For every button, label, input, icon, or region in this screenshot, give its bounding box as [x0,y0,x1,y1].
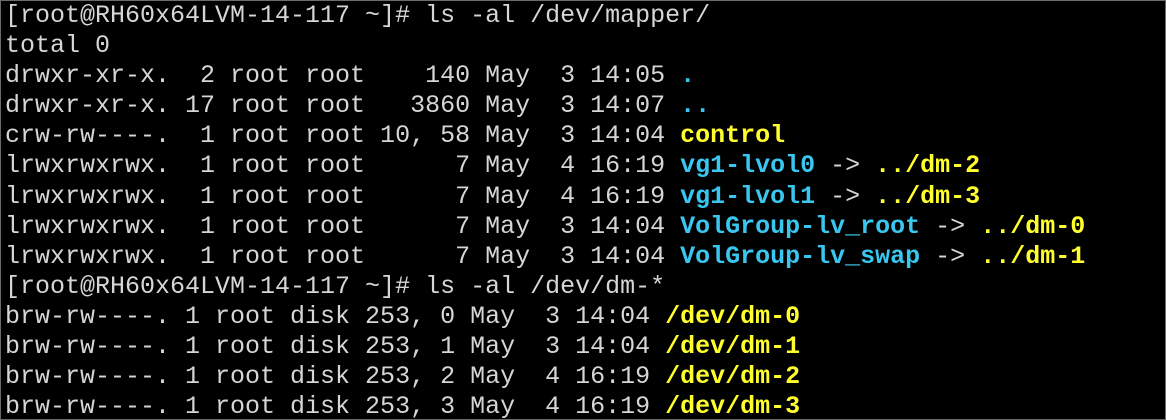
terminal-text: lrwxrwxrwx. 1 root root 7 May 3 14:04 [5,241,681,271]
terminal-text: -> [815,151,876,181]
terminal-text: lrwxrwxrwx. 1 root root 7 May 4 16:19 [5,181,681,211]
terminal-line: crw-rw----. 1 root root 10, 58 May 3 14:… [5,121,1085,151]
terminal-text-cyan: .. [680,91,711,121]
terminal-text: brw-rw----. 1 root disk 253, 3 May 4 16:… [5,392,666,420]
terminal-text: [root@RH60x64LVM-14-117 ~]# ls -al /dev/… [5,271,666,301]
terminal-line: lrwxrwxrwx. 1 root root 7 May 3 14:04 Vo… [5,212,1085,242]
terminal-text: brw-rw----. 1 root disk 253, 2 May 4 16:… [5,362,666,392]
terminal-text-cyan: vg1-lvol0 [680,151,816,181]
terminal-line: lrwxrwxrwx. 1 root root 7 May 4 16:19 vg… [5,151,1085,181]
terminal-line: lrwxrwxrwx. 1 root root 7 May 3 14:04 Vo… [5,242,1085,272]
terminal-text-cyan: VolGroup-lv_swap [680,241,921,271]
terminal-text-yellow: /dev/dm-1 [665,332,801,362]
terminal-text: -> [920,241,981,271]
terminal-text-yellow: ../dm-1 [980,241,1086,271]
terminal-text-cyan: . [680,61,696,91]
terminal-text: lrwxrwxrwx. 1 root root 7 May 4 16:19 [5,151,681,181]
terminal-text: [root@RH60x64LVM-14-117 ~]# ls -al /dev/… [5,1,711,30]
terminal-text-yellow: ../dm-2 [875,151,981,181]
terminal-text: drwxr-xr-x. 17 root root 3860 May 3 14:0… [5,91,681,121]
terminal-text-yellow: /dev/dm-3 [665,392,801,420]
terminal-line: [root@RH60x64LVM-14-117 ~]# ls -al /dev/… [5,1,1085,31]
terminal-line: drwxr-xr-x. 2 root root 140 May 3 14:05 … [5,61,1085,91]
terminal-line: brw-rw----. 1 root disk 253, 2 May 4 16:… [5,362,1085,392]
terminal-line: brw-rw----. 1 root disk 253, 1 May 3 14:… [5,332,1085,362]
terminal-text: -> [920,211,981,241]
terminal-text-yellow: ../dm-0 [980,211,1086,241]
terminal-line: lrwxrwxrwx. 1 root root 7 May 4 16:19 vg… [5,182,1085,212]
terminal-line: brw-rw----. 1 root disk 253, 0 May 3 14:… [5,302,1085,332]
terminal-text-yellow: /dev/dm-2 [665,362,801,392]
terminal-line: brw-rw----. 1 root disk 253, 3 May 4 16:… [5,392,1085,420]
terminal-window[interactable]: [root@RH60x64LVM-14-117 ~]# ls -al /dev/… [0,0,1166,420]
terminal-text-yellow: /dev/dm-0 [665,301,801,331]
terminal-line: [root@RH60x64LVM-14-117 ~]# ls -al /dev/… [5,272,1085,302]
terminal-text: brw-rw----. 1 root disk 253, 1 May 3 14:… [5,332,666,362]
terminal-text: brw-rw----. 1 root disk 253, 0 May 3 14:… [5,301,666,331]
terminal-text: lrwxrwxrwx. 1 root root 7 May 3 14:04 [5,211,681,241]
terminal-line: drwxr-xr-x. 17 root root 3860 May 3 14:0… [5,91,1085,121]
terminal-text-cyan: VolGroup-lv_root [680,211,921,241]
terminal-text: crw-rw----. 1 root root 10, 58 May 3 14:… [5,121,681,151]
terminal-line: total 0 [5,31,1085,61]
terminal-text: -> [815,181,876,211]
terminal-text: total 0 [5,31,111,61]
terminal-text-yellow: ../dm-3 [875,181,981,211]
terminal-output[interactable]: [root@RH60x64LVM-14-117 ~]# ls -al /dev/… [5,1,1085,420]
terminal-text-yellow: control [680,121,786,151]
terminal-text: drwxr-xr-x. 2 root root 140 May 3 14:05 [5,61,681,91]
terminal-text-cyan: vg1-lvol1 [680,181,816,211]
